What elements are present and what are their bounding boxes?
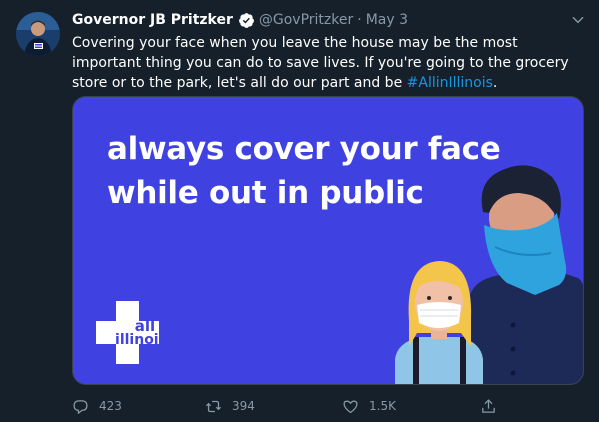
media-headline: always cover your face while out in publ… xyxy=(107,127,527,215)
tweet-media-image[interactable]: always cover your face while out in publ… xyxy=(72,96,584,385)
like-count: 1.5K xyxy=(369,399,396,413)
tweet-actions: 423 394 1.5K xyxy=(72,396,584,416)
hashtag-link[interactable]: #AllinIllinois xyxy=(407,75,493,91)
avatar[interactable] xyxy=(16,12,60,56)
reply-button[interactable]: 423 xyxy=(72,396,122,416)
tweet-date[interactable]: May 3 xyxy=(366,12,408,28)
headline-line-2: while out in public xyxy=(107,175,424,211)
tweet[interactable]: Governor JB Pritzker @GovPritzker · May … xyxy=(0,0,599,422)
reply-icon xyxy=(73,399,88,414)
author-handle[interactable]: @GovPritzker xyxy=(259,12,353,28)
headline-line-1: always cover your face xyxy=(107,131,501,167)
retweet-icon xyxy=(205,400,222,412)
all-illinois-logo: all illinois xyxy=(96,319,186,369)
retweet-button[interactable]: 394 xyxy=(205,396,255,416)
tweet-header: Governor JB Pritzker @GovPritzker · May … xyxy=(72,10,589,30)
logo-line-1: all xyxy=(134,317,156,335)
tweet-text-end: . xyxy=(492,75,498,91)
share-button[interactable] xyxy=(480,396,507,416)
separator-dot: · xyxy=(357,12,362,28)
logo-line-2: illinois xyxy=(115,332,167,348)
verified-badge-icon xyxy=(238,12,255,29)
chevron-down-icon[interactable] xyxy=(571,12,585,26)
tweet-text: Covering your face when you leave the ho… xyxy=(72,33,582,93)
share-icon xyxy=(482,398,495,413)
reply-count: 423 xyxy=(99,399,122,413)
author-name[interactable]: Governor JB Pritzker xyxy=(72,12,233,28)
retweet-count: 394 xyxy=(232,399,255,413)
like-button[interactable]: 1.5K xyxy=(342,396,396,416)
like-icon xyxy=(343,400,358,413)
